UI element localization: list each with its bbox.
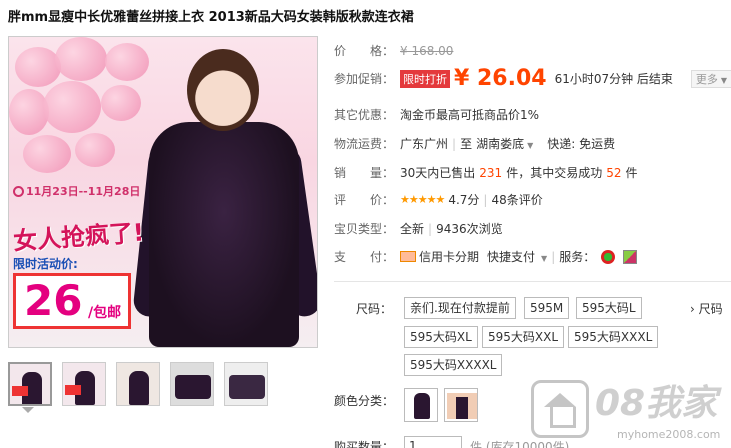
original-price: ¥ 168.00 bbox=[400, 43, 454, 58]
size-option[interactable]: 595大码XXXXL bbox=[404, 354, 503, 376]
ship-from: 广东广州 bbox=[400, 137, 449, 151]
price-row: 价 格： ¥ 168.00 bbox=[334, 42, 453, 59]
other-offer-label: 其它优惠： bbox=[334, 108, 395, 122]
item-type-label: 宝贝类型： bbox=[334, 222, 395, 236]
thumbnail-2[interactable] bbox=[62, 362, 106, 406]
quantity-input[interactable]: 1 bbox=[404, 436, 462, 448]
consumer-guarantee-icon[interactable] bbox=[623, 249, 638, 264]
rating-row: 评 价： ★★★★★ 4.7分 | 48条评价 bbox=[334, 191, 543, 208]
payment-row: 支 付： 信用卡分期 快捷支付 ▼ | 服务： bbox=[334, 248, 638, 265]
rating-score: 4.7分 bbox=[448, 193, 480, 207]
color-swatch-1[interactable] bbox=[404, 388, 438, 422]
quantity-label: 购买数量： bbox=[334, 440, 395, 448]
sales-mid: 件，其中交易成功 bbox=[506, 166, 603, 180]
credit-card-icon bbox=[400, 251, 416, 262]
thumbnail-strip bbox=[8, 362, 268, 406]
watermark-url: myhome2008.com bbox=[617, 428, 721, 441]
chevron-down-icon: ▼ bbox=[720, 75, 728, 85]
service-label: 服务： bbox=[559, 250, 596, 264]
ship-to-prefix: 至 bbox=[460, 137, 473, 151]
countdown: 61小时07分钟 后结束 bbox=[554, 72, 673, 86]
other-offer-row: 其它优惠： 淘金币最高可抵商品价1% bbox=[334, 106, 539, 123]
section-divider bbox=[334, 281, 731, 282]
chevron-down-icon: ▼ bbox=[541, 254, 548, 263]
thumbnail-1[interactable] bbox=[8, 362, 52, 406]
size-option[interactable]: 595大码XXXL bbox=[568, 326, 659, 348]
promo-price-box: 26 /包邮 bbox=[13, 273, 131, 329]
express-fee: 快递: 免运费 bbox=[547, 137, 616, 151]
sales-label: 销 量： bbox=[334, 166, 395, 180]
color-swatch-2[interactable] bbox=[444, 388, 478, 422]
discount-badge: 限时打折 bbox=[400, 69, 450, 88]
sales-suffix: 件 bbox=[625, 166, 638, 180]
rating-separator: | bbox=[483, 192, 488, 207]
size-option[interactable]: 595M bbox=[524, 297, 570, 319]
size-option[interactable]: 595大码XL bbox=[404, 326, 478, 348]
price-label: 价 格： bbox=[334, 44, 395, 58]
clock-icon bbox=[13, 186, 24, 197]
size-option[interactable]: 595大码L bbox=[576, 297, 642, 319]
more-promos-button[interactable]: 更多 ▼ bbox=[690, 69, 731, 88]
promo-label: 参加促销： bbox=[334, 72, 395, 86]
seven-day-return-icon[interactable] bbox=[601, 249, 616, 264]
ship-separator: | bbox=[452, 136, 457, 151]
sales-row: 销 量： 30天内已售出 231 件，其中交易成功 52 件 bbox=[334, 164, 638, 181]
sales-prefix: 30天内已售出 bbox=[400, 166, 476, 180]
item-type-separator: | bbox=[428, 221, 433, 236]
size-chart-link[interactable]: › 尺码 bbox=[690, 300, 723, 317]
review-count-link[interactable]: 48条评价 bbox=[491, 191, 542, 208]
payment-separator: | bbox=[551, 249, 556, 264]
shipping-label: 物流运费： bbox=[334, 137, 395, 151]
shipping-row: 物流运费： 广东广州 | 至 湖南娄底 ▼ 快递: 免运费 bbox=[334, 135, 615, 152]
sold-count: 231 bbox=[479, 165, 503, 180]
size-option[interactable]: 亲们.现在付款提前 bbox=[404, 297, 516, 319]
thumbnail-pointer-icon bbox=[22, 407, 34, 413]
rating-label: 评 价： bbox=[334, 193, 395, 207]
model-dress bbox=[149, 122, 299, 347]
stock-info: 件 (库存10000件) bbox=[470, 440, 570, 448]
other-offer-text: 淘金币最高可抵商品价1% bbox=[400, 108, 540, 122]
color-label: 颜色分类： bbox=[334, 394, 395, 408]
house-logo-icon bbox=[531, 380, 589, 438]
payment-label: 支 付： bbox=[334, 250, 395, 264]
item-type-row: 宝贝类型： 全新 | 9436次浏览 bbox=[334, 220, 503, 237]
promo-row: 参加促销： 限时打折 ¥ 26.04 61小时07分钟 后结束 更多 ▼ bbox=[334, 66, 731, 91]
watermark: 08我家 myhome2008.com bbox=[531, 372, 731, 448]
promo-price-unit: /包邮 bbox=[88, 305, 122, 321]
view-count: 9436次浏览 bbox=[436, 222, 503, 236]
star-rating-icon: ★★★★★ bbox=[400, 193, 445, 206]
product-title: 胖mm显瘦中长优雅蕾丝拼接上衣 2013新品大码女装韩版秋款连衣裙 bbox=[8, 10, 414, 25]
chevron-down-icon: ▼ bbox=[527, 141, 534, 150]
installment-link[interactable]: 信用卡分期 bbox=[419, 248, 479, 265]
promo-date: 11月23日--11月28日 bbox=[13, 183, 140, 199]
thumbnail-3[interactable] bbox=[116, 362, 160, 406]
main-product-image[interactable]: 11月23日--11月28日 女人抢疯了! 限时活动价: 26 /包邮 🔍 bbox=[8, 36, 318, 348]
promo-price: 26 bbox=[24, 276, 83, 325]
promo-limit-label: 限时活动价: bbox=[13, 257, 78, 271]
watermark-text: 08我家 bbox=[595, 383, 718, 424]
size-label: 尺码： bbox=[356, 302, 393, 316]
ship-destination-select[interactable]: 湖南娄底 ▼ bbox=[476, 135, 533, 152]
success-count: 52 bbox=[606, 165, 622, 180]
chevron-right-icon: › bbox=[690, 302, 695, 316]
item-condition: 全新 bbox=[400, 222, 425, 236]
size-option[interactable]: 595大码XXL bbox=[482, 326, 565, 348]
quick-pay-select[interactable]: 快捷支付 ▼ bbox=[487, 248, 547, 265]
promo-price-value: ¥ 26.04 bbox=[454, 66, 547, 91]
promo-slogan: 女人抢疯了! bbox=[12, 218, 145, 256]
thumbnail-5[interactable] bbox=[224, 362, 268, 406]
thumbnail-4[interactable] bbox=[170, 362, 214, 406]
model-head bbox=[187, 49, 259, 131]
